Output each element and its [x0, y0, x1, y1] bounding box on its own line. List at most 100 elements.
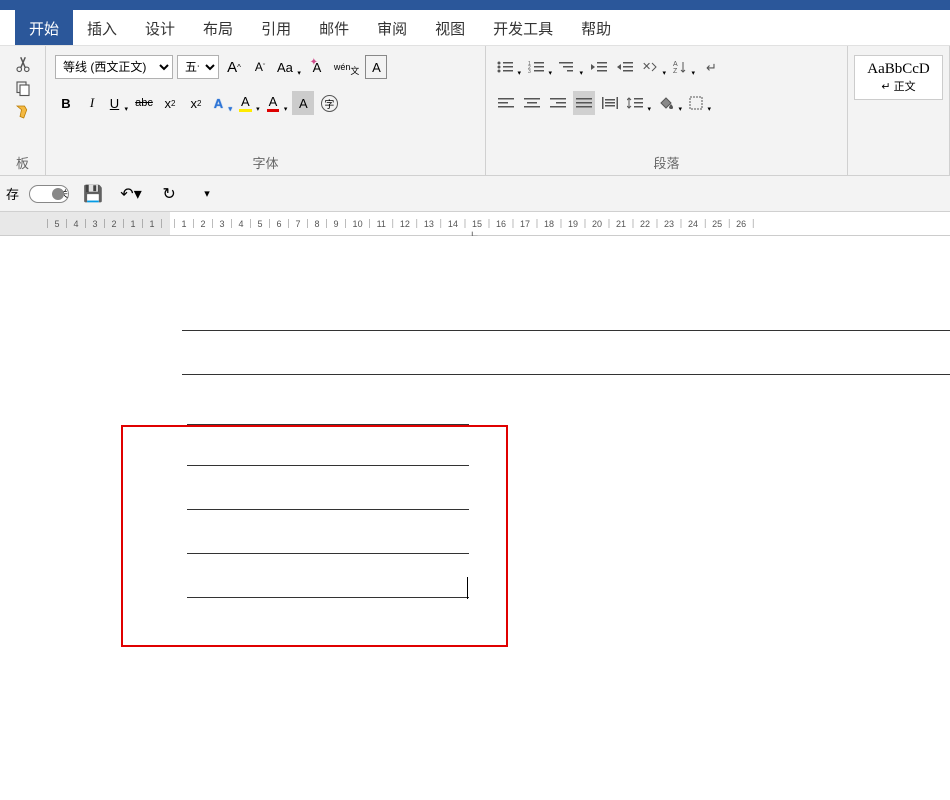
line-6	[187, 597, 469, 598]
tab-home[interactable]: 开始	[15, 10, 73, 45]
tab-layout[interactable]: 布局	[189, 10, 247, 45]
clipboard-group: 板	[0, 46, 46, 175]
font-size-select[interactable]: 五号	[177, 55, 219, 79]
tab-references[interactable]: 引用	[247, 10, 305, 45]
style-normal[interactable]: AaBbCcD ↵ 正文	[854, 55, 943, 100]
ribbon-tabs: 开始 插入 设计 布局 引用 邮件 审阅 视图 开发工具 帮助	[0, 10, 950, 46]
bullets-button[interactable]	[495, 55, 522, 79]
font-group: 等线 (西文正文) 五号 A^ Aˇ Aa A✦ wén文 A B I U ab…	[46, 46, 486, 175]
sort-icon: AZ	[673, 60, 687, 74]
font-name-select[interactable]: 等线 (西文正文)	[55, 55, 173, 79]
text-effects-button[interactable]: A	[211, 91, 233, 115]
clipboard-label: 板	[0, 150, 45, 175]
autosave-label: 存	[6, 184, 19, 203]
superscript-button[interactable]: x2	[185, 91, 207, 115]
italic-button[interactable]: I	[81, 91, 103, 115]
phonetic-guide-button[interactable]: wén文	[332, 55, 362, 79]
horizontal-ruler[interactable]: ｜ 5 ｜ 4 ｜ 3 ｜ 2 ｜ 1 ｜ 1 ｜ ｜ 1 ｜ 2 ｜ 3 ｜ …	[0, 212, 950, 236]
distributed-icon	[602, 97, 618, 109]
asian-layout-icon: ✕	[642, 60, 658, 74]
change-case-button[interactable]: Aa	[275, 55, 302, 79]
bold-button[interactable]: B	[55, 91, 77, 115]
svg-text:↵: ↵	[706, 60, 717, 74]
align-left-button[interactable]	[495, 91, 517, 115]
font-color-button[interactable]: A	[265, 91, 289, 115]
tab-help[interactable]: 帮助	[567, 10, 625, 45]
pilcrow-icon: ↵	[704, 60, 718, 74]
tab-review[interactable]: 审阅	[363, 10, 421, 45]
tab-design[interactable]: 设计	[131, 10, 189, 45]
sort-button[interactable]: AZ	[671, 55, 696, 79]
ruler-ticks-pos: ｜ 1 ｜ 2 ｜ 3 ｜ 4 ｜ 5 ｜ 6 ｜ 7 ｜ 8 ｜ 9 ｜ 10…	[170, 217, 758, 230]
paragraph-group: 123 ✕ AZ ↵ 段落	[486, 46, 848, 175]
show-marks-button[interactable]: ↵	[700, 55, 722, 79]
enclose-char-button[interactable]: 字	[318, 91, 340, 115]
align-center-icon	[524, 97, 540, 109]
font-group-label: 字体	[46, 150, 485, 175]
outdent-icon	[591, 60, 607, 74]
line-spacing-icon	[627, 96, 643, 110]
numbering-button[interactable]: 123	[526, 55, 553, 79]
multilevel-icon	[559, 60, 575, 74]
clear-format-button[interactable]: A✦	[306, 55, 328, 79]
char-border-button[interactable]: A	[365, 55, 387, 79]
asian-layout-button[interactable]: ✕	[640, 55, 667, 79]
tab-insert[interactable]: 插入	[73, 10, 131, 45]
customize-qat-button[interactable]: ▾	[193, 180, 221, 208]
svg-text:A: A	[673, 61, 678, 68]
style-name: ↵ 正文	[862, 78, 935, 94]
format-painter-icon[interactable]	[13, 103, 33, 121]
cut-icon[interactable]	[13, 55, 33, 73]
tab-developer[interactable]: 开发工具	[479, 10, 567, 45]
styles-group: AaBbCcD ↵ 正文	[848, 46, 950, 175]
style-preview: AaBbCcD	[862, 61, 935, 78]
copy-icon[interactable]	[13, 79, 33, 97]
borders-button[interactable]	[687, 91, 712, 115]
redo-button[interactable]: ↻	[155, 180, 183, 208]
quick-access-bar: 存 关 💾 ↶▾ ↻ ▾	[0, 176, 950, 212]
undo-button[interactable]: ↶▾	[117, 180, 145, 208]
strikethrough-button[interactable]: abc	[133, 91, 155, 115]
borders-icon	[689, 96, 703, 110]
text-cursor	[467, 577, 468, 599]
align-left-icon	[498, 97, 514, 109]
autosave-toggle[interactable]: 关	[29, 185, 69, 203]
line-5	[187, 553, 469, 554]
svg-text:3: 3	[528, 69, 531, 74]
ribbon: 板 等线 (西文正文) 五号 A^ Aˇ Aa A✦ wén文 A B I U …	[0, 46, 950, 176]
highlight-button[interactable]: A	[237, 91, 261, 115]
ruler-negative: ｜ 5 ｜ 4 ｜ 3 ｜ 2 ｜ 1 ｜ 1 ｜	[0, 212, 170, 235]
align-right-icon	[550, 97, 566, 109]
annotation-box	[121, 425, 508, 647]
document-page[interactable]	[0, 236, 950, 800]
line-3	[187, 465, 469, 466]
shading-button[interactable]	[656, 91, 683, 115]
grow-font-button[interactable]: A^	[223, 55, 245, 79]
tab-view[interactable]: 视图	[421, 10, 479, 45]
indent-icon	[617, 60, 633, 74]
ruler-ticks-neg: ｜ 5 ｜ 4 ｜ 3 ｜ 2 ｜ 1 ｜ 1 ｜	[43, 217, 166, 230]
svg-text:✕: ✕	[642, 61, 651, 73]
save-button[interactable]: 💾	[79, 180, 107, 208]
decrease-indent-button[interactable]	[588, 55, 610, 79]
multilevel-list-button[interactable]	[557, 55, 584, 79]
subscript-button[interactable]: x2	[159, 91, 181, 115]
underline-button[interactable]: U	[107, 91, 129, 115]
line-2	[182, 374, 950, 375]
align-center-button[interactable]	[521, 91, 543, 115]
justify-button[interactable]	[573, 91, 595, 115]
line-spacing-button[interactable]	[625, 91, 652, 115]
box-top-line	[187, 424, 469, 425]
bullets-icon	[497, 60, 513, 74]
line-1	[182, 330, 950, 331]
distributed-button[interactable]	[599, 91, 621, 115]
paragraph-group-label: 段落	[486, 150, 847, 175]
tab-mailings[interactable]: 邮件	[305, 10, 363, 45]
align-right-button[interactable]	[547, 91, 569, 115]
increase-indent-button[interactable]	[614, 55, 636, 79]
char-shading-button[interactable]: A	[292, 91, 314, 115]
line-4	[187, 509, 469, 510]
shrink-font-button[interactable]: Aˇ	[249, 55, 271, 79]
title-bar	[0, 0, 950, 10]
ruler-positive: ｜ 1 ｜ 2 ｜ 3 ｜ 4 ｜ 5 ｜ 6 ｜ 7 ｜ 8 ｜ 9 ｜ 10…	[170, 212, 950, 235]
